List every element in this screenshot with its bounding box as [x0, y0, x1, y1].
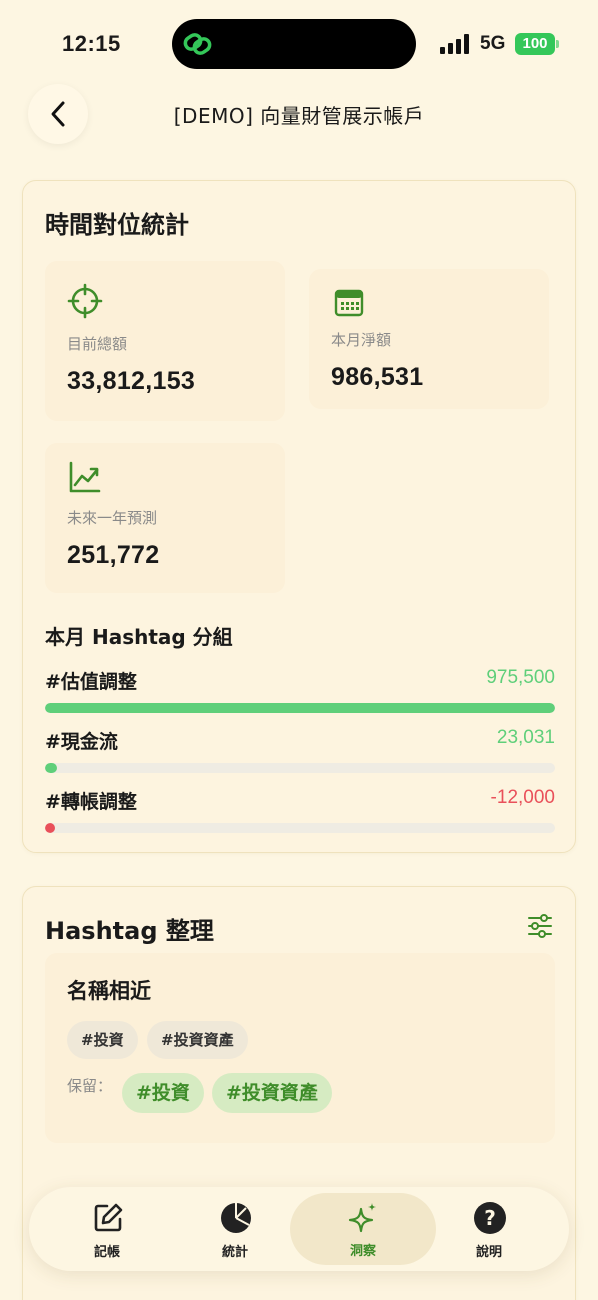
hashtag-name: #轉帳調整: [45, 791, 137, 813]
current-total-value: 33,812,153: [67, 367, 196, 395]
hashtag-name: #現金流: [45, 731, 118, 753]
keep-hashtag-chip[interactable]: #投資: [122, 1073, 204, 1113]
page-title: [DEMO] 向量財管展示帳戶: [173, 104, 425, 128]
dynamic-island: [172, 19, 416, 69]
tab-label: 洞察: [349, 1244, 376, 1259]
trend-up-icon: [69, 461, 101, 493]
hashtag-chip[interactable]: #投資: [67, 1021, 138, 1059]
hashtag-name: #估值調整: [45, 671, 137, 693]
sparkle-icon: [348, 1203, 376, 1233]
hashtag-value: -12,000: [490, 787, 555, 808]
tab-label: 說明: [475, 1245, 502, 1260]
insights-screen: 12:15 5G 100 [DEMO] 向量財管展示帳戶 時間對位統計 目前總額…: [0, 0, 598, 1300]
hashtag-bar-fill: [45, 823, 56, 833]
hashtag-bar-fill: [45, 703, 555, 713]
calendar-icon: [334, 289, 364, 317]
signal-icon: [440, 34, 469, 54]
forecast-value: 251,772: [67, 541, 160, 569]
keep-label: 保留：: [67, 1077, 113, 1095]
month-net-box[interactable]: 本月淨額 986,531: [309, 269, 549, 409]
hashtag-chip[interactable]: #投資資產: [147, 1021, 248, 1059]
month-net-label: 本月淨額: [331, 331, 392, 349]
crosshair-icon: [67, 283, 103, 319]
hashtag-groups-title: 本月 Hashtag 分組: [45, 625, 233, 649]
tab-bar: 記帳 統計 洞察 ? 說明: [29, 1187, 569, 1271]
forecast-box[interactable]: 未來一年預測 251,772: [45, 443, 285, 593]
sliders-icon[interactable]: [527, 913, 553, 939]
hashtag-bar-fill: [45, 763, 58, 773]
month-net-value: 986,531: [331, 363, 424, 391]
status-time: 12:15: [62, 31, 121, 56]
hashtag-row[interactable]: #估值調整 975,500: [45, 667, 555, 717]
hashtag-cleanup-title: Hashtag 整理: [45, 917, 214, 945]
time-stats-title: 時間對位統計: [45, 211, 189, 239]
tab-label: 統計: [221, 1245, 248, 1260]
svg-text:?: ?: [484, 1206, 496, 1230]
hashtag-bar-track: [45, 823, 555, 833]
current-total-label: 目前總額: [67, 335, 128, 353]
tab-help[interactable]: ? 說明: [429, 1187, 549, 1271]
link-icon: [183, 33, 212, 55]
tab-record[interactable]: 記帳: [47, 1187, 167, 1271]
keep-hashtag-chip[interactable]: #投資資產: [212, 1073, 332, 1113]
battery-icon: 100: [515, 33, 555, 55]
hashtag-value: 23,031: [496, 727, 555, 748]
tab-label: 記帳: [93, 1245, 120, 1260]
similar-names-title: 名稱相近: [67, 979, 151, 1003]
edit-icon: [94, 1203, 123, 1232]
similar-names-box: 名稱相近 #投資 #投資資產 保留： #投資 #投資資產: [45, 953, 555, 1143]
battery-cap: [556, 40, 559, 48]
hashtag-row[interactable]: #轉帳調整 -12,000: [45, 787, 555, 837]
current-total-box[interactable]: 目前總額 33,812,153: [45, 261, 285, 421]
hashtag-row[interactable]: #現金流 23,031: [45, 727, 555, 777]
forecast-label: 未來一年預測: [67, 509, 158, 527]
pie-chart-icon: [221, 1203, 251, 1233]
tab-insights[interactable]: 洞察: [290, 1193, 436, 1265]
tab-stats[interactable]: 統計: [175, 1187, 295, 1271]
hashtag-bar-track: [45, 763, 555, 773]
hashtag-bar-track: [45, 703, 555, 713]
time-stats-card: 時間對位統計 目前總額 33,812,153 本月淨額 986,531 未來一年…: [22, 180, 576, 853]
status-bar: 12:15 5G 100: [0, 0, 598, 88]
hashtag-value: 975,500: [486, 667, 555, 688]
network-type: 5G: [480, 33, 506, 54]
help-icon: ?: [474, 1202, 506, 1234]
